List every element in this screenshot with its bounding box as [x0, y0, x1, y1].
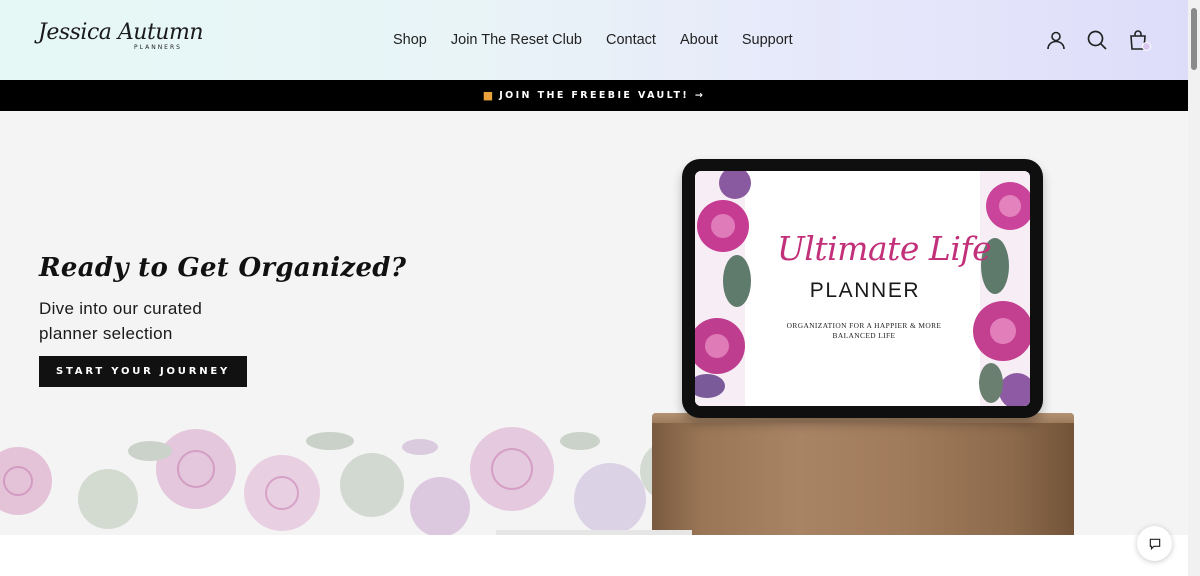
brand-logo[interactable]: Jessica Autumn PLANNERS: [38, 18, 203, 62]
cart-icon[interactable]: [1126, 28, 1151, 52]
nav-join-reset-club[interactable]: Join The Reset Club: [451, 31, 582, 49]
screen-script-title: Ultimate Life: [777, 229, 992, 268]
cart-badge: [1142, 42, 1151, 51]
tablet-mockup-image: Ultimate Life PLANNER ORGANIZATION FOR A…: [682, 159, 1043, 418]
logo-script: Jessica Autumn: [38, 20, 203, 45]
nav-support[interactable]: Support: [742, 31, 793, 49]
logo-sub: PLANNERS: [134, 44, 182, 51]
hero-title: Ready to Get Organized?: [39, 253, 407, 283]
chat-icon: [1149, 538, 1160, 550]
hero-section: Ready to Get Organized? Dive into our cu…: [0, 111, 1188, 535]
wooden-stand-image: [652, 413, 1074, 535]
site-header: Jessica Autumn PLANNERS Shop Join The Re…: [0, 0, 1188, 80]
start-journey-button[interactable]: START YOUR JOURNEY: [39, 356, 247, 387]
header-icons: [1044, 28, 1167, 52]
account-icon[interactable]: [1044, 28, 1068, 52]
nav-contact[interactable]: Contact: [606, 31, 656, 49]
chat-button[interactable]: [1137, 526, 1172, 561]
screen-tagline: ORGANIZATION FOR A HAPPIER & MORE BALANC…: [786, 321, 942, 340]
nav-shop[interactable]: Shop: [393, 31, 427, 49]
hero-subtitle: Dive into our curated planner selection: [39, 299, 203, 343]
nav-about[interactable]: About: [680, 31, 718, 49]
tablet-screen: Ultimate Life PLANNER ORGANIZATION FOR A…: [695, 171, 1030, 406]
announcement-text: JOIN THE FREEBIE VAULT! →: [499, 90, 706, 101]
main-nav: Shop Join The Reset Club Contact About S…: [393, 31, 817, 49]
scrollbar-thumb[interactable]: [1191, 8, 1197, 70]
announcement-bar[interactable]: ■ JOIN THE FREEBIE VAULT! →: [0, 80, 1188, 111]
floral-border-image: [0, 427, 700, 535]
slide-indicator[interactable]: [496, 530, 692, 535]
gift-icon: ■: [482, 89, 494, 102]
page-scrollbar[interactable]: [1188, 0, 1200, 576]
screen-title: PLANNER: [809, 279, 921, 302]
search-icon[interactable]: [1085, 28, 1109, 52]
